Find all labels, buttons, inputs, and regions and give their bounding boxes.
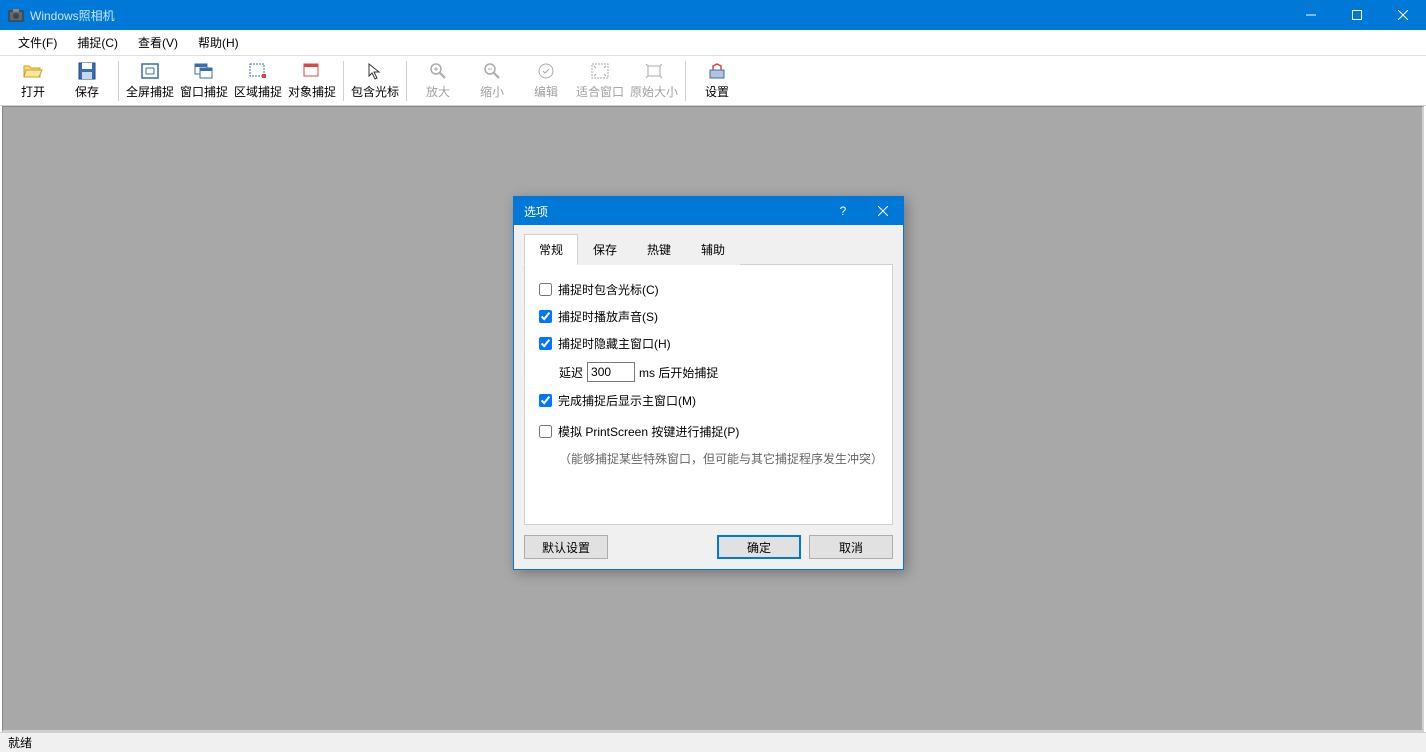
default-button[interactable]: 默认设置 (524, 535, 608, 559)
dialog-title: 选项 (524, 203, 823, 220)
edit-icon (536, 61, 556, 81)
maximize-button[interactable] (1334, 0, 1380, 30)
dialog-close-button[interactable] (863, 197, 903, 225)
minimize-button[interactable] (1288, 0, 1334, 30)
tab-assist[interactable]: 辅助 (686, 234, 740, 265)
hide-main-window-checkbox[interactable] (539, 337, 552, 350)
statusbar: 就绪 (0, 732, 1426, 752)
window-capture-button[interactable]: 窗口捕捉 (177, 58, 231, 104)
separator (685, 61, 686, 101)
fullscreen-icon (140, 61, 160, 81)
dialog-body: 常规 保存 热键 辅助 捕捉时包含光标(C) 捕捉时播放声音(S) 捕捉时隐藏主… (514, 225, 903, 569)
cursor-icon (365, 61, 385, 81)
include-cursor-label: 捕捉时包含光标(C) (558, 281, 659, 298)
fit-window-button[interactable]: 适合窗口 (573, 58, 627, 104)
show-after-capture-label: 完成捕捉后显示主窗口(M) (558, 392, 696, 409)
dialog-titlebar[interactable]: 选项 ? (514, 197, 903, 225)
close-button[interactable] (1380, 0, 1426, 30)
options-dialog: 选项 ? 常规 保存 热键 辅助 捕捉时包含光标(C) 捕捉时播放声音(S) 捕… (513, 196, 904, 570)
app-icon (8, 7, 24, 23)
menu-capture[interactable]: 捕捉(C) (67, 30, 128, 55)
tab-panel-general: 捕捉时包含光标(C) 捕捉时播放声音(S) 捕捉时隐藏主窗口(H) 延迟 ms … (524, 265, 893, 525)
settings-button[interactable]: 设置 (690, 58, 744, 104)
separator (343, 61, 344, 101)
edit-button[interactable]: 编辑 (519, 58, 573, 104)
delay-suffix-label: ms 后开始捕捉 (639, 364, 718, 381)
fullscreen-capture-button[interactable]: 全屏捕捉 (123, 58, 177, 104)
tab-general[interactable]: 常规 (524, 234, 578, 265)
ok-button[interactable]: 确定 (717, 535, 801, 559)
region-icon (248, 61, 268, 81)
simulate-printscreen-checkbox[interactable] (539, 425, 552, 438)
play-sound-checkbox[interactable] (539, 310, 552, 323)
toolbar: 打开 保存 全屏捕捉 窗口捕捉 区域捕捉 对象捕捉 包含光标 放大 缩小 编辑 … (0, 56, 1426, 106)
tab-save[interactable]: 保存 (578, 234, 632, 265)
app-title: Windows照相机 (30, 7, 1288, 24)
menubar: 文件(F) 捕捉(C) 查看(V) 帮助(H) (0, 30, 1426, 56)
save-button[interactable]: 保存 (60, 58, 114, 104)
include-cursor-button[interactable]: 包含光标 (348, 58, 402, 104)
settings-icon (707, 61, 727, 81)
dialog-buttons: 默认设置 确定 取消 (524, 535, 893, 559)
play-sound-label: 捕捉时播放声音(S) (558, 308, 658, 325)
tab-hotkey[interactable]: 热键 (632, 234, 686, 265)
zoom-out-icon (482, 61, 502, 81)
folder-open-icon (23, 61, 43, 81)
separator (406, 61, 407, 101)
cancel-button[interactable]: 取消 (809, 535, 893, 559)
tab-strip: 常规 保存 热键 辅助 (524, 233, 893, 265)
open-button[interactable]: 打开 (6, 58, 60, 104)
titlebar: Windows照相机 (0, 0, 1426, 30)
original-size-button[interactable]: 原始大小 (627, 58, 681, 104)
windows-icon (194, 61, 214, 81)
show-after-capture-checkbox[interactable] (539, 394, 552, 407)
region-capture-button[interactable]: 区域捕捉 (231, 58, 285, 104)
simulate-printscreen-label: 模拟 PrintScreen 按键进行捕捉(P) (558, 423, 739, 440)
object-capture-button[interactable]: 对象捕捉 (285, 58, 339, 104)
separator (118, 61, 119, 101)
dialog-help-button[interactable]: ? (823, 197, 863, 225)
zoom-in-icon (428, 61, 448, 81)
printscreen-note: （能够捕捉某些特殊窗口，但可能与其它捕捉程序发生冲突） (559, 450, 878, 467)
window-controls (1288, 0, 1426, 30)
save-icon (77, 61, 97, 81)
include-cursor-checkbox[interactable] (539, 283, 552, 296)
zoom-out-button[interactable]: 缩小 (465, 58, 519, 104)
menu-view[interactable]: 查看(V) (128, 30, 188, 55)
object-icon (302, 61, 322, 81)
fit-window-icon (590, 61, 610, 81)
original-size-icon (644, 61, 664, 81)
zoom-in-button[interactable]: 放大 (411, 58, 465, 104)
menu-file[interactable]: 文件(F) (8, 30, 67, 55)
hide-main-window-label: 捕捉时隐藏主窗口(H) (558, 335, 671, 352)
delay-input[interactable] (587, 362, 635, 382)
menu-help[interactable]: 帮助(H) (188, 30, 249, 55)
delay-prefix-label: 延迟 (559, 364, 583, 381)
status-text: 就绪 (8, 734, 32, 751)
